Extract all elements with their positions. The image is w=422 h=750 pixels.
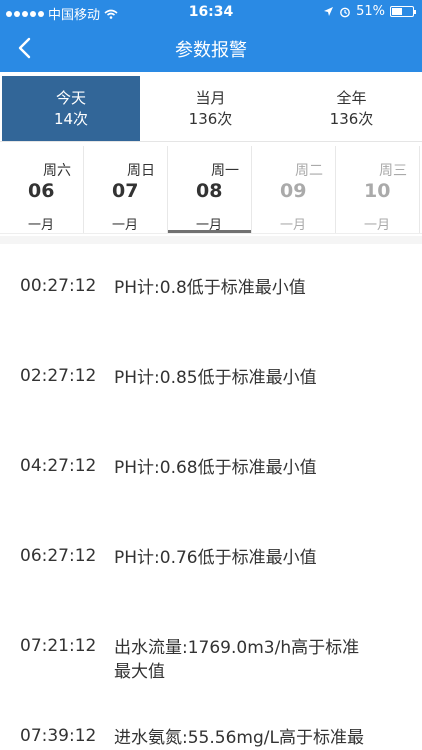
day-item[interactable]: 周日 07 一月 — [84, 146, 168, 233]
day-date: 07 — [112, 180, 139, 202]
day-date: 06 — [28, 180, 55, 202]
day-weekday: 周二 — [295, 163, 323, 179]
alarm-row[interactable]: 06:27:12 PH计:0.76低于标准最小值 — [0, 514, 422, 604]
status-right: 51% — [323, 4, 416, 19]
nav-bar: 参数报警 — [0, 24, 422, 72]
alarm-time: 06:27:12 — [20, 546, 97, 566]
day-weekday: 周一 — [211, 163, 239, 179]
alarm-row[interactable]: 07:39:12 进水氨氮:55.56mg/L高于标准最大值 — [0, 694, 422, 750]
page-title: 参数报警 — [175, 40, 247, 61]
tab-month[interactable]: 当月 136次 — [140, 76, 281, 141]
period-tabs: 今天 14次 当月 136次 全年 136次 — [0, 76, 422, 142]
day-weekday: 周六 — [43, 163, 71, 179]
alarm-clock-icon — [340, 7, 350, 17]
battery-percent: 51% — [356, 4, 385, 19]
day-date: 08 — [196, 180, 223, 202]
day-month: 一月 — [112, 218, 139, 233]
tab-count: 136次 — [329, 109, 374, 128]
alarm-message: PH计:0.85低于标准最小值 — [114, 368, 317, 388]
day-item-selected[interactable]: 周一 08 一月 — [168, 146, 252, 233]
alarm-message: 进水氨氮:55.56mg/L高于标准最大值 — [114, 728, 364, 748]
battery-icon — [390, 6, 416, 17]
day-month: 一月 — [28, 218, 55, 233]
alarm-time: 02:27:12 — [20, 366, 97, 386]
day-month: 一月 — [280, 218, 307, 233]
alarm-message: 出水流量:1769.0m3/h高于标准最大值 — [114, 638, 360, 682]
day-item[interactable]: 周六 06 一月 — [0, 146, 84, 233]
selected-indicator — [168, 230, 251, 233]
alarm-time: 07:39:12 — [20, 726, 97, 746]
alarm-row[interactable]: 04:27:12 PH计:0.68低于标准最小值 — [0, 424, 422, 514]
date-strip[interactable]: 周六 06 一月 周日 07 一月 周一 08 一月 周二 09 一月 周三 1… — [0, 146, 422, 234]
alarm-message: PH计:0.76低于标准最小值 — [114, 548, 317, 568]
day-date: 09 — [280, 180, 307, 202]
alarm-message: PH计:0.8低于标准最小值 — [114, 278, 306, 298]
alarm-time: 00:27:12 — [20, 276, 97, 296]
day-date: 10 — [364, 180, 391, 202]
alarm-message: PH计:0.68低于标准最小值 — [114, 458, 317, 478]
tab-count: 14次 — [53, 109, 89, 128]
alarm-time: 04:27:12 — [20, 456, 97, 476]
alarm-row[interactable]: 07:21:12 出水流量:1769.0m3/h高于标准最大值 — [0, 604, 422, 694]
tab-count: 136次 — [188, 109, 233, 128]
day-month: 一月 — [364, 218, 391, 233]
tab-year[interactable]: 全年 136次 — [281, 76, 422, 141]
tab-label: 当月 — [195, 88, 226, 107]
day-weekday: 周日 — [127, 163, 155, 179]
status-bar: 中国移动 16:34 51% — [0, 0, 422, 24]
day-weekday: 周三 — [379, 163, 407, 179]
alarm-row[interactable]: 00:27:12 PH计:0.8低于标准最小值 — [0, 244, 422, 334]
tab-label: 今天 — [55, 88, 86, 107]
day-item[interactable]: 周三 10 一月 — [336, 146, 420, 233]
location-icon — [324, 7, 334, 16]
alarm-row[interactable]: 02:27:12 PH计:0.85低于标准最小值 — [0, 334, 422, 424]
alarm-list: 00:27:12 PH计:0.8低于标准最小值 02:27:12 PH计:0.8… — [0, 244, 422, 750]
day-item[interactable]: 周二 09 一月 — [252, 146, 336, 233]
tab-label: 全年 — [336, 88, 367, 107]
section-divider — [0, 236, 422, 244]
alarm-time: 07:21:12 — [20, 636, 97, 656]
tab-today[interactable]: 今天 14次 — [2, 76, 140, 141]
